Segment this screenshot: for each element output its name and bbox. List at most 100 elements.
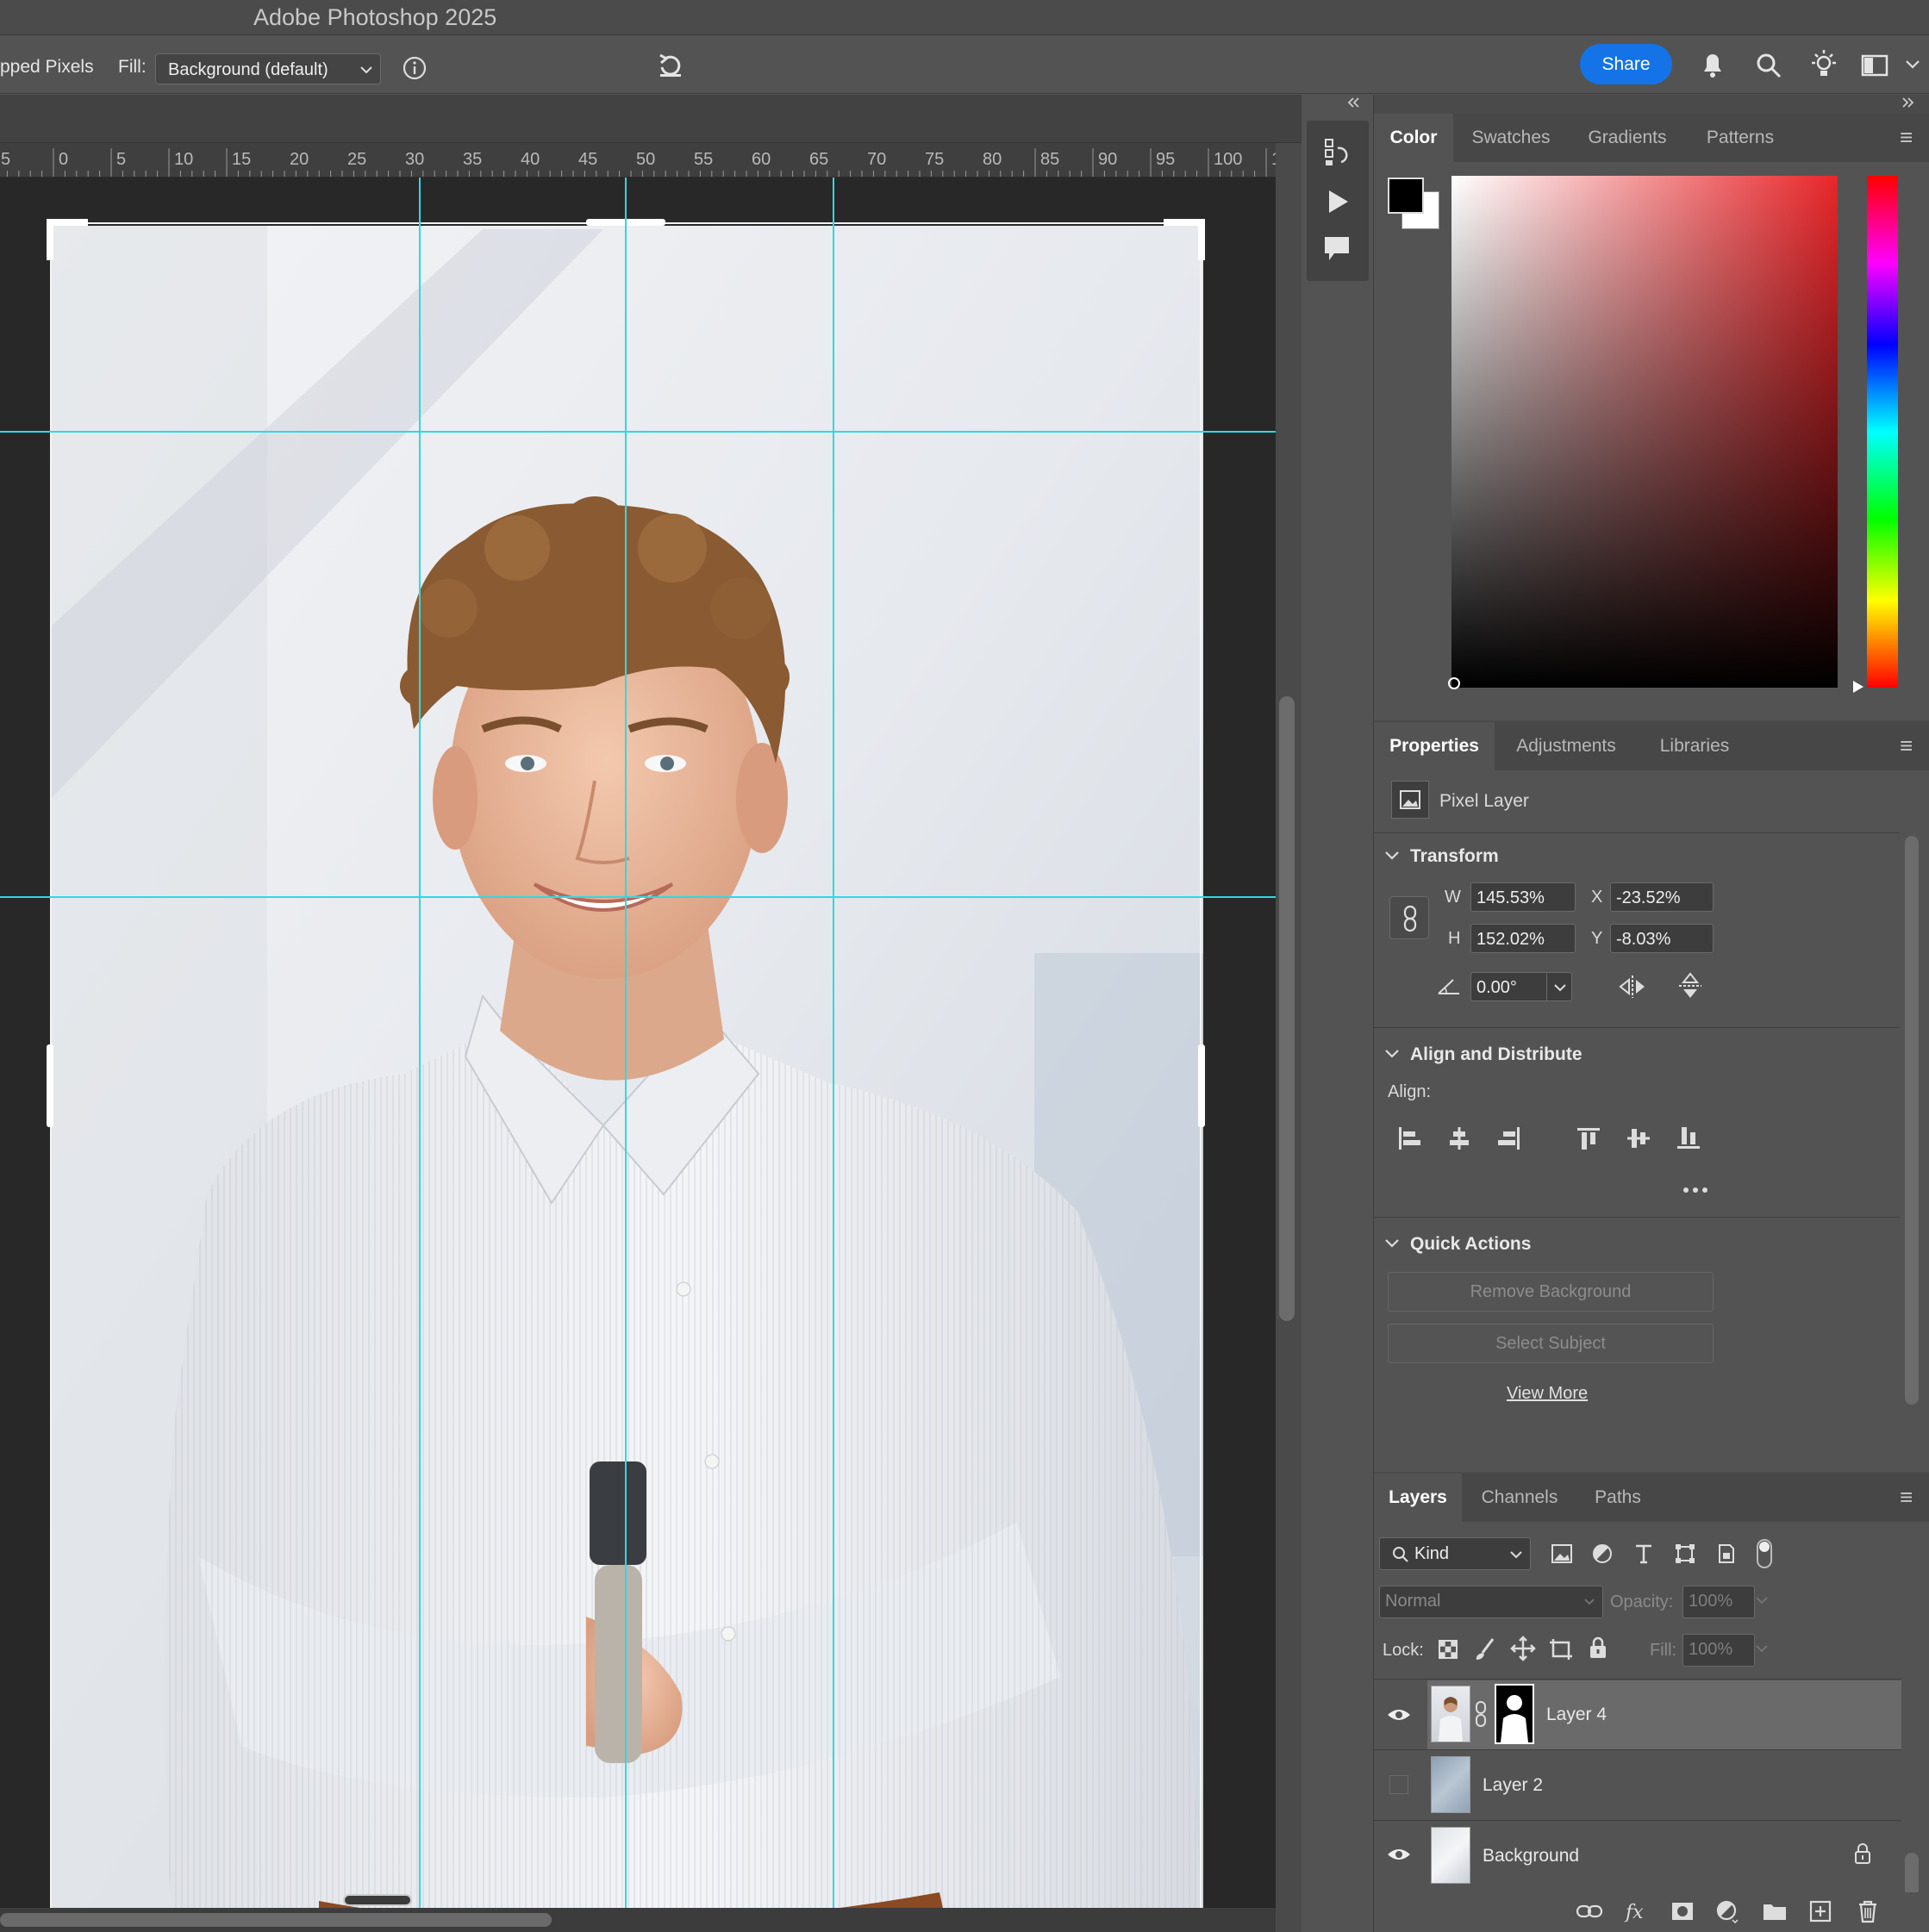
chevron-down-icon[interactable] <box>1384 1237 1400 1250</box>
layer-2-name[interactable]: Layer 2 <box>1483 1775 1543 1796</box>
tab-color[interactable]: Color <box>1374 114 1453 162</box>
canvas-vertical-scroll-thumb[interactable] <box>1279 696 1295 1321</box>
guide-horizontal[interactable] <box>0 431 1276 433</box>
tab-patterns[interactable]: Patterns <box>1686 114 1795 162</box>
lock-icon[interactable] <box>1853 1842 1872 1865</box>
link-layers-icon[interactable] <box>1576 1903 1603 1920</box>
filter-shape-icon[interactable] <box>1674 1542 1696 1565</box>
crop-handle-right[interactable] <box>1198 1044 1205 1127</box>
bell-icon[interactable] <box>1699 50 1726 79</box>
transform-section-title[interactable]: Transform <box>1410 846 1499 867</box>
crop-handle-top-left[interactable] <box>47 219 88 260</box>
align-horizontal-centers-icon[interactable] <box>1446 1125 1472 1151</box>
guide-vertical[interactable] <box>833 178 834 1932</box>
crop-handle-top-right[interactable] <box>1164 219 1205 260</box>
search-icon[interactable] <box>1755 52 1782 79</box>
more-options-icon[interactable] <box>1682 1186 1708 1194</box>
flip-horizontal-icon[interactable] <box>1617 974 1648 1000</box>
play-actions-icon[interactable] <box>1324 188 1352 215</box>
history-icon[interactable] <box>1322 136 1353 167</box>
comments-icon[interactable] <box>1322 234 1352 264</box>
properties-scroll-thumb[interactable] <box>1905 836 1919 1405</box>
filter-smart-object-icon[interactable] <box>1715 1542 1738 1565</box>
filter-type-icon[interactable] <box>1632 1542 1655 1565</box>
chevron-down-icon[interactable] <box>1384 1048 1400 1060</box>
opacity-field[interactable]: 100% <box>1682 1586 1755 1618</box>
select-subject-button[interactable]: Select Subject <box>1388 1324 1714 1363</box>
new-layer-icon[interactable] <box>1808 1899 1832 1923</box>
panel-menu-icon[interactable]: ≡ <box>1900 1484 1913 1511</box>
blend-mode-dropdown[interactable]: Normal <box>1379 1586 1603 1618</box>
add-layer-mask-icon[interactable] <box>1670 1901 1695 1922</box>
layer-mask-link-icon[interactable] <box>1474 1699 1488 1729</box>
crop-handle-left[interactable] <box>47 1044 53 1127</box>
remove-background-button[interactable]: Remove Background <box>1388 1272 1714 1312</box>
x-field[interactable]: -23.52% <box>1610 882 1714 912</box>
eye-icon[interactable] <box>1386 1846 1412 1863</box>
color-saturation-field[interactable] <box>1451 176 1838 688</box>
filter-toggle[interactable] <box>1757 1539 1772 1568</box>
align-left-edges-icon[interactable] <box>1396 1125 1422 1151</box>
align-section-title[interactable]: Align and Distribute <box>1410 1044 1583 1065</box>
layer-style-fx-icon[interactable]: fx <box>1624 1899 1646 1923</box>
info-icon[interactable] <box>402 55 428 81</box>
y-field[interactable]: -8.03% <box>1610 924 1714 953</box>
new-adjustment-layer-icon[interactable] <box>1715 1899 1739 1923</box>
panel-menu-icon[interactable]: ≡ <box>1900 124 1913 151</box>
lock-artboard-icon[interactable] <box>1548 1637 1574 1661</box>
guide-vertical[interactable] <box>419 178 421 1932</box>
collapse-left-icon[interactable] <box>1346 97 1360 109</box>
delete-cropped-pixels-label[interactable]: pped Pixels <box>0 57 94 78</box>
tab-adjustments[interactable]: Adjustments <box>1495 722 1638 770</box>
chevron-down-icon[interactable] <box>1905 59 1920 71</box>
tab-swatches[interactable]: Swatches <box>1453 114 1569 162</box>
panel-menu-icon[interactable]: ≡ <box>1900 732 1913 759</box>
background-layer-name[interactable]: Background <box>1483 1846 1579 1867</box>
collapse-right-icon[interactable] <box>1901 97 1915 109</box>
rotate-reset-icon[interactable] <box>655 50 686 81</box>
chevron-down-icon[interactable] <box>1753 1644 1770 1655</box>
tab-libraries[interactable]: Libraries <box>1638 722 1751 770</box>
hue-slider-marker-icon[interactable] <box>1851 679 1865 695</box>
foreground-color-swatch[interactable] <box>1388 178 1424 214</box>
fill-dropdown[interactable]: Background (default) <box>155 53 381 84</box>
share-button[interactable]: Share <box>1580 44 1672 84</box>
lightbulb-icon[interactable] <box>1808 48 1839 81</box>
fill-opacity-field[interactable]: 100% <box>1682 1634 1755 1667</box>
guide-vertical[interactable] <box>625 178 627 1932</box>
tab-properties[interactable]: Properties <box>1374 722 1495 770</box>
align-bottom-edges-icon[interactable] <box>1676 1125 1701 1151</box>
angle-dropdown[interactable] <box>1546 972 1572 1001</box>
lock-image-pixels-icon[interactable] <box>1474 1637 1496 1661</box>
lock-position-icon[interactable] <box>1510 1636 1536 1661</box>
workspace-icon[interactable] <box>1861 54 1888 77</box>
quick-actions-section-title[interactable]: Quick Actions <box>1410 1234 1531 1255</box>
height-field[interactable]: 152.02% <box>1470 924 1576 953</box>
chevron-down-icon[interactable] <box>1384 850 1400 862</box>
layer-4-mask-thumbnail[interactable] <box>1495 1684 1534 1744</box>
flip-vertical-icon[interactable] <box>1677 970 1703 1001</box>
canvas-horizontal-scroll-thumb[interactable] <box>0 1913 552 1927</box>
lock-transparent-pixels-icon[interactable] <box>1438 1639 1458 1660</box>
align-top-edges-icon[interactable] <box>1576 1125 1601 1151</box>
filter-pixel-icon[interactable] <box>1550 1542 1574 1565</box>
filter-adjustment-icon[interactable] <box>1591 1542 1614 1565</box>
lock-all-icon[interactable] <box>1588 1636 1608 1660</box>
tab-layers[interactable]: Layers <box>1374 1474 1462 1522</box>
color-picker-cursor[interactable] <box>1448 677 1460 689</box>
delete-layer-trash-icon[interactable] <box>1857 1899 1879 1923</box>
tab-paths[interactable]: Paths <box>1577 1474 1658 1522</box>
tab-gradients[interactable]: Gradients <box>1569 114 1686 162</box>
link-dimensions-button[interactable] <box>1389 896 1429 939</box>
eye-icon[interactable] <box>1386 1706 1412 1723</box>
hue-slider[interactable] <box>1867 176 1898 688</box>
new-group-folder-icon[interactable] <box>1762 1901 1788 1922</box>
chevron-down-icon[interactable] <box>1753 1596 1770 1606</box>
layer-4-name[interactable]: Layer 4 <box>1546 1705 1607 1725</box>
guide-horizontal[interactable] <box>0 896 1276 898</box>
view-more-link[interactable]: View More <box>1507 1384 1588 1404</box>
document-canvas[interactable] <box>0 178 1276 1932</box>
layer-2-visibility-toggle[interactable] <box>1389 1775 1408 1794</box>
tab-channels[interactable]: Channels <box>1462 1474 1577 1522</box>
layer-kind-filter[interactable]: Kind <box>1379 1537 1531 1570</box>
